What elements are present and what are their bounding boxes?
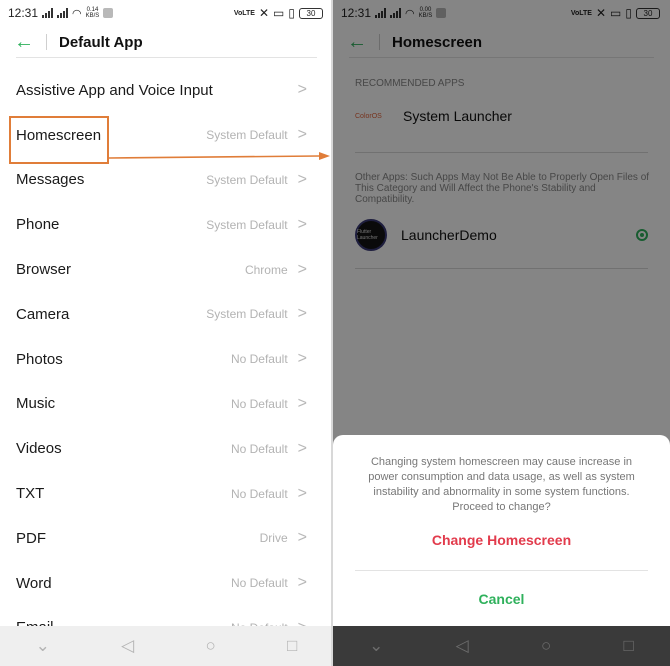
list-item-label: Photos bbox=[16, 350, 63, 368]
chevron-right-icon: > bbox=[297, 126, 307, 144]
list-item-value: No Default bbox=[230, 441, 288, 456]
signal-icon bbox=[42, 8, 54, 18]
list-item-value: No Default bbox=[230, 486, 288, 501]
nav-back-icon[interactable]: ◁ bbox=[121, 636, 134, 656]
list-item-label: Music bbox=[16, 395, 56, 413]
list-item[interactable]: TXT No Default > bbox=[0, 471, 333, 516]
nav-home-icon[interactable]: ○ bbox=[205, 636, 215, 656]
list-item-value: System Default bbox=[206, 172, 288, 187]
list-item-label: TXT bbox=[16, 485, 45, 503]
list-item-value: System Default bbox=[206, 128, 288, 143]
list-item-value: Chrome bbox=[244, 262, 288, 277]
chevron-right-icon: > bbox=[297, 484, 307, 502]
nav-hide-icon[interactable]: ⌄ bbox=[369, 636, 383, 656]
list-item-value: No Default bbox=[230, 576, 288, 591]
list-item-label: Word bbox=[16, 574, 52, 592]
list-item[interactable]: Videos No Default > bbox=[0, 426, 333, 471]
list-item[interactable]: Phone System Default > bbox=[0, 202, 333, 247]
app-header: ← Default App bbox=[0, 26, 333, 58]
list-item-label: Messages bbox=[16, 171, 85, 189]
nav-hide-icon[interactable]: ⌄ bbox=[36, 636, 50, 656]
chevron-right-icon: > bbox=[297, 305, 307, 323]
list-item-label: PDF bbox=[16, 529, 46, 547]
nav-home-icon[interactable]: ○ bbox=[541, 636, 551, 656]
chevron-right-icon: > bbox=[297, 170, 307, 188]
list-item[interactable]: Camera System Default > bbox=[0, 292, 333, 337]
confirmation-dialog: Changing system homescreen may cause inc… bbox=[333, 435, 670, 626]
status-time: 12:31 bbox=[8, 6, 39, 20]
homescreen-screen: 12:31 ◠ 0.00 KB/S VoLTE ✕ ▭ ▯ 30 ← Homes… bbox=[333, 0, 670, 666]
dialog-message: Changing system homescreen may cause inc… bbox=[368, 456, 635, 513]
chevron-right-icon: > bbox=[297, 574, 307, 592]
list-item-value: System Default bbox=[206, 307, 288, 322]
chevron-right-icon: > bbox=[297, 215, 307, 233]
change-homescreen-button[interactable]: Change Homescreen bbox=[333, 532, 670, 548]
annotation-arrow bbox=[109, 152, 330, 160]
network-speed: 0.14 KB/S bbox=[85, 7, 100, 19]
chevron-right-icon: > bbox=[297, 260, 307, 278]
vibrate-icon: ▯ bbox=[288, 6, 295, 20]
wifi-icon: ◠ bbox=[72, 7, 82, 20]
page-title: Default App bbox=[59, 33, 143, 51]
list-item[interactable]: Word No Default > bbox=[0, 561, 333, 606]
list-item-value: No Default bbox=[230, 352, 288, 367]
homescreen-annotation-box bbox=[9, 116, 109, 164]
list-item-value: No Default bbox=[230, 396, 288, 411]
volte-icon: VoLTE bbox=[233, 9, 255, 17]
cancel-button[interactable]: Cancel bbox=[333, 591, 670, 607]
dialog-divider bbox=[355, 570, 648, 571]
notification-icon bbox=[103, 8, 114, 18]
chevron-right-icon: > bbox=[297, 529, 307, 547]
status-bar: 12:31 ◠ 0.14 KB/S VoLTE ✕ ▭ ▯ 30 bbox=[0, 0, 333, 26]
chevron-right-icon: > bbox=[297, 81, 307, 99]
navigation-bar: ⌄ ◁ ○ □ bbox=[333, 626, 670, 666]
nav-recents-icon[interactable]: □ bbox=[624, 636, 634, 656]
battery-icon: 30 bbox=[299, 7, 323, 19]
list-item-label: Assistive App and Voice Input bbox=[16, 81, 213, 99]
list-item[interactable]: Music No Default > bbox=[0, 382, 333, 427]
list-item[interactable]: Browser Chrome > bbox=[0, 247, 333, 292]
navigation-bar: ⌄ ◁ ○ □ bbox=[0, 626, 333, 666]
list-item[interactable]: Assistive App and Voice Input > bbox=[0, 68, 333, 113]
header-divider bbox=[46, 34, 47, 50]
signal-icon bbox=[57, 8, 69, 18]
nav-recents-icon[interactable]: □ bbox=[287, 636, 297, 656]
back-arrow-icon[interactable]: ← bbox=[14, 31, 36, 53]
list-item-value: Drive bbox=[259, 531, 288, 546]
chevron-right-icon: > bbox=[297, 350, 307, 368]
list-item[interactable]: Photos No Default > bbox=[0, 337, 333, 382]
list-item-value: System Default bbox=[206, 217, 288, 232]
chevron-right-icon: > bbox=[297, 394, 307, 412]
list-item-label: Phone bbox=[16, 216, 60, 234]
nav-back-icon[interactable]: ◁ bbox=[456, 636, 469, 656]
list-item[interactable]: Messages System Default > bbox=[0, 158, 333, 203]
default-app-screen: 12:31 ◠ 0.14 KB/S VoLTE ✕ ▭ ▯ 30 ← Defau… bbox=[0, 0, 333, 666]
mute-icon: ✕ bbox=[258, 6, 270, 20]
list-item-label: Camera bbox=[16, 305, 70, 323]
chevron-right-icon: > bbox=[297, 439, 307, 457]
header-divider-line bbox=[16, 57, 317, 58]
list-item-label: Videos bbox=[16, 440, 62, 458]
list-item-label: Browser bbox=[16, 261, 72, 279]
list-item[interactable]: PDF Drive > bbox=[0, 516, 333, 561]
cast-icon: ▭ bbox=[273, 6, 285, 20]
